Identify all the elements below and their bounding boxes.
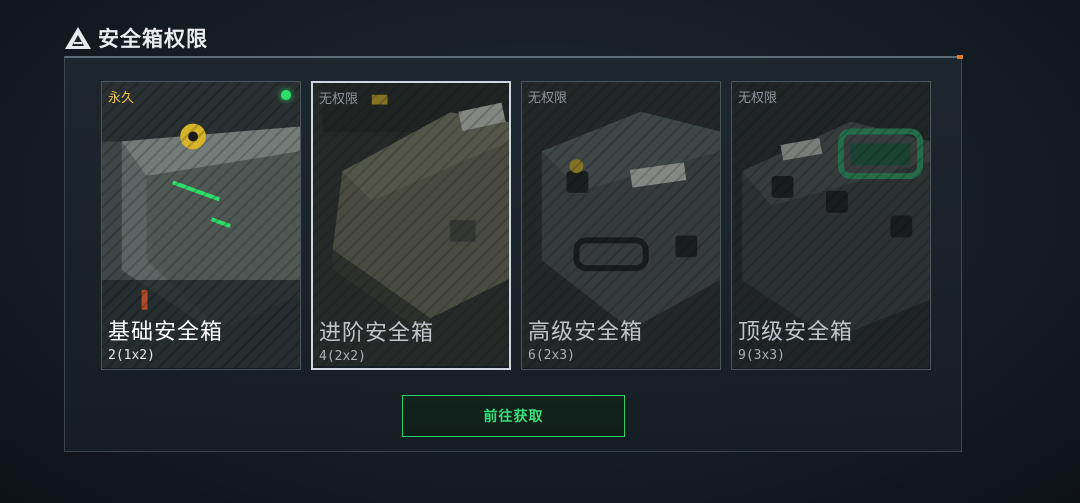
card-title: 基础安全箱 xyxy=(108,320,224,345)
card-capacity: 9(3x3) xyxy=(738,348,785,363)
page-title: 安全箱权限 xyxy=(98,27,208,51)
card-title: 顶级安全箱 xyxy=(738,320,854,345)
status-label: 无权限 xyxy=(738,91,778,106)
safe-box-panel: 永久 基础安全箱 2(1x2) 无权限 进阶安全箱 4(2x2) 无权限 高级安… xyxy=(64,55,963,452)
status-label: 无权限 xyxy=(528,91,568,106)
equipped-indicator-icon xyxy=(281,90,291,100)
panel-header: 安全箱权限 xyxy=(64,22,208,54)
safe-box-card-top[interactable]: 无权限 顶级安全箱 9(3x3) xyxy=(731,81,931,370)
card-title: 高级安全箱 xyxy=(528,320,644,345)
safe-box-card-advanced[interactable]: 无权限 进阶安全箱 4(2x2) xyxy=(311,81,511,370)
obtain-button[interactable]: 前往获取 xyxy=(402,395,625,437)
triangle-logo-icon xyxy=(65,27,91,49)
safe-box-card-basic[interactable]: 永久 基础安全箱 2(1x2) xyxy=(101,81,301,370)
status-label: 永久 xyxy=(108,91,135,106)
card-capacity: 6(2x3) xyxy=(528,348,575,363)
status-label: 无权限 xyxy=(319,92,359,107)
card-capacity: 2(1x2) xyxy=(108,348,155,363)
safe-box-card-premium[interactable]: 无权限 高级安全箱 6(2x3) xyxy=(521,81,721,370)
card-title: 进阶安全箱 xyxy=(319,321,435,346)
card-capacity: 4(2x2) xyxy=(319,349,366,364)
corner-accent xyxy=(957,55,963,59)
